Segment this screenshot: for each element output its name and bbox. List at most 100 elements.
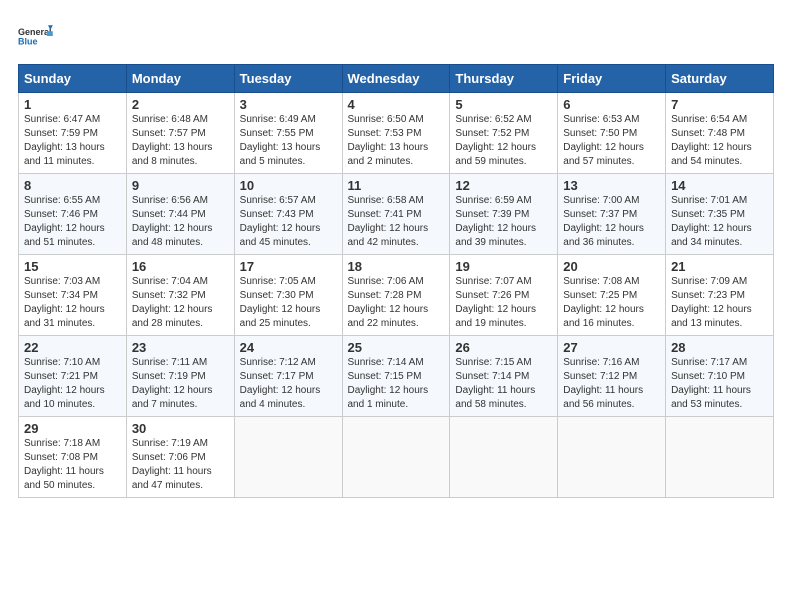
- cell-text: Sunrise: 7:03 AM Sunset: 7:34 PM Dayligh…: [24, 275, 121, 331]
- cell-text: Sunrise: 6:52 AM Sunset: 7:52 PM Dayligh…: [455, 113, 552, 169]
- cell-text: Sunrise: 6:53 AM Sunset: 7:50 PM Dayligh…: [563, 113, 660, 169]
- day-number: 19: [455, 259, 552, 274]
- cell-text: Sunrise: 7:08 AM Sunset: 7:25 PM Dayligh…: [563, 275, 660, 331]
- cell-text: Sunrise: 7:10 AM Sunset: 7:21 PM Dayligh…: [24, 356, 121, 412]
- calendar-cell: [666, 417, 774, 498]
- cell-text: Sunrise: 6:56 AM Sunset: 7:44 PM Dayligh…: [132, 194, 229, 250]
- calendar-cell: 21 Sunrise: 7:09 AM Sunset: 7:23 PM Dayl…: [666, 255, 774, 336]
- calendar-cell: 10 Sunrise: 6:57 AM Sunset: 7:43 PM Dayl…: [234, 174, 342, 255]
- cell-text: Sunrise: 6:57 AM Sunset: 7:43 PM Dayligh…: [240, 194, 337, 250]
- cell-text: Sunrise: 7:01 AM Sunset: 7:35 PM Dayligh…: [671, 194, 768, 250]
- calendar-cell: 22 Sunrise: 7:10 AM Sunset: 7:21 PM Dayl…: [19, 336, 127, 417]
- cell-text: Sunrise: 6:49 AM Sunset: 7:55 PM Dayligh…: [240, 113, 337, 169]
- day-number: 4: [348, 97, 445, 112]
- logo: General Blue: [18, 18, 54, 54]
- calendar-cell: 3 Sunrise: 6:49 AM Sunset: 7:55 PM Dayli…: [234, 93, 342, 174]
- header: General Blue: [18, 18, 774, 54]
- calendar-day-header: Sunday: [19, 65, 127, 93]
- calendar-cell: 8 Sunrise: 6:55 AM Sunset: 7:46 PM Dayli…: [19, 174, 127, 255]
- calendar-header-row: SundayMondayTuesdayWednesdayThursdayFrid…: [19, 65, 774, 93]
- cell-text: Sunrise: 6:54 AM Sunset: 7:48 PM Dayligh…: [671, 113, 768, 169]
- calendar-cell: [234, 417, 342, 498]
- calendar-week-row: 1 Sunrise: 6:47 AM Sunset: 7:59 PM Dayli…: [19, 93, 774, 174]
- cell-text: Sunrise: 6:55 AM Sunset: 7:46 PM Dayligh…: [24, 194, 121, 250]
- calendar-cell: 13 Sunrise: 7:00 AM Sunset: 7:37 PM Dayl…: [558, 174, 666, 255]
- calendar-cell: 26 Sunrise: 7:15 AM Sunset: 7:14 PM Dayl…: [450, 336, 558, 417]
- day-number: 3: [240, 97, 337, 112]
- cell-text: Sunrise: 7:18 AM Sunset: 7:08 PM Dayligh…: [24, 437, 121, 493]
- logo-svg: General Blue: [18, 18, 54, 54]
- calendar-cell: 24 Sunrise: 7:12 AM Sunset: 7:17 PM Dayl…: [234, 336, 342, 417]
- calendar-week-row: 8 Sunrise: 6:55 AM Sunset: 7:46 PM Dayli…: [19, 174, 774, 255]
- calendar-cell: 19 Sunrise: 7:07 AM Sunset: 7:26 PM Dayl…: [450, 255, 558, 336]
- calendar-day-header: Thursday: [450, 65, 558, 93]
- cell-text: Sunrise: 6:48 AM Sunset: 7:57 PM Dayligh…: [132, 113, 229, 169]
- calendar-day-header: Friday: [558, 65, 666, 93]
- calendar-cell: 5 Sunrise: 6:52 AM Sunset: 7:52 PM Dayli…: [450, 93, 558, 174]
- calendar-cell: 14 Sunrise: 7:01 AM Sunset: 7:35 PM Dayl…: [666, 174, 774, 255]
- calendar-cell: 1 Sunrise: 6:47 AM Sunset: 7:59 PM Dayli…: [19, 93, 127, 174]
- day-number: 23: [132, 340, 229, 355]
- cell-text: Sunrise: 6:50 AM Sunset: 7:53 PM Dayligh…: [348, 113, 445, 169]
- cell-text: Sunrise: 6:59 AM Sunset: 7:39 PM Dayligh…: [455, 194, 552, 250]
- calendar-cell: 28 Sunrise: 7:17 AM Sunset: 7:10 PM Dayl…: [666, 336, 774, 417]
- day-number: 27: [563, 340, 660, 355]
- day-number: 28: [671, 340, 768, 355]
- cell-text: Sunrise: 7:12 AM Sunset: 7:17 PM Dayligh…: [240, 356, 337, 412]
- day-number: 22: [24, 340, 121, 355]
- day-number: 2: [132, 97, 229, 112]
- cell-text: Sunrise: 7:06 AM Sunset: 7:28 PM Dayligh…: [348, 275, 445, 331]
- cell-text: Sunrise: 7:05 AM Sunset: 7:30 PM Dayligh…: [240, 275, 337, 331]
- calendar-cell: 2 Sunrise: 6:48 AM Sunset: 7:57 PM Dayli…: [126, 93, 234, 174]
- calendar-cell: 29 Sunrise: 7:18 AM Sunset: 7:08 PM Dayl…: [19, 417, 127, 498]
- cell-text: Sunrise: 7:04 AM Sunset: 7:32 PM Dayligh…: [132, 275, 229, 331]
- day-number: 30: [132, 421, 229, 436]
- calendar-cell: 15 Sunrise: 7:03 AM Sunset: 7:34 PM Dayl…: [19, 255, 127, 336]
- day-number: 12: [455, 178, 552, 193]
- day-number: 14: [671, 178, 768, 193]
- calendar-cell: 4 Sunrise: 6:50 AM Sunset: 7:53 PM Dayli…: [342, 93, 450, 174]
- calendar-day-header: Monday: [126, 65, 234, 93]
- cell-text: Sunrise: 7:15 AM Sunset: 7:14 PM Dayligh…: [455, 356, 552, 412]
- calendar-week-row: 29 Sunrise: 7:18 AM Sunset: 7:08 PM Dayl…: [19, 417, 774, 498]
- calendar-cell: 20 Sunrise: 7:08 AM Sunset: 7:25 PM Dayl…: [558, 255, 666, 336]
- day-number: 21: [671, 259, 768, 274]
- day-number: 13: [563, 178, 660, 193]
- day-number: 15: [24, 259, 121, 274]
- cell-text: Sunrise: 7:00 AM Sunset: 7:37 PM Dayligh…: [563, 194, 660, 250]
- cell-text: Sunrise: 7:11 AM Sunset: 7:19 PM Dayligh…: [132, 356, 229, 412]
- day-number: 26: [455, 340, 552, 355]
- day-number: 16: [132, 259, 229, 274]
- calendar-day-header: Wednesday: [342, 65, 450, 93]
- calendar-cell: [558, 417, 666, 498]
- day-number: 1: [24, 97, 121, 112]
- svg-text:General: General: [18, 27, 52, 37]
- calendar-day-header: Tuesday: [234, 65, 342, 93]
- cell-text: Sunrise: 7:17 AM Sunset: 7:10 PM Dayligh…: [671, 356, 768, 412]
- calendar-cell: 6 Sunrise: 6:53 AM Sunset: 7:50 PM Dayli…: [558, 93, 666, 174]
- calendar-week-row: 15 Sunrise: 7:03 AM Sunset: 7:34 PM Dayl…: [19, 255, 774, 336]
- svg-text:Blue: Blue: [18, 36, 38, 46]
- calendar-cell: 23 Sunrise: 7:11 AM Sunset: 7:19 PM Dayl…: [126, 336, 234, 417]
- day-number: 9: [132, 178, 229, 193]
- day-number: 25: [348, 340, 445, 355]
- day-number: 8: [24, 178, 121, 193]
- calendar-cell: 17 Sunrise: 7:05 AM Sunset: 7:30 PM Dayl…: [234, 255, 342, 336]
- calendar-day-header: Saturday: [666, 65, 774, 93]
- day-number: 17: [240, 259, 337, 274]
- cell-text: Sunrise: 7:14 AM Sunset: 7:15 PM Dayligh…: [348, 356, 445, 412]
- calendar-cell: 27 Sunrise: 7:16 AM Sunset: 7:12 PM Dayl…: [558, 336, 666, 417]
- cell-text: Sunrise: 7:07 AM Sunset: 7:26 PM Dayligh…: [455, 275, 552, 331]
- day-number: 18: [348, 259, 445, 274]
- calendar: SundayMondayTuesdayWednesdayThursdayFrid…: [18, 64, 774, 498]
- day-number: 29: [24, 421, 121, 436]
- calendar-cell: 16 Sunrise: 7:04 AM Sunset: 7:32 PM Dayl…: [126, 255, 234, 336]
- cell-text: Sunrise: 7:19 AM Sunset: 7:06 PM Dayligh…: [132, 437, 229, 493]
- cell-text: Sunrise: 7:16 AM Sunset: 7:12 PM Dayligh…: [563, 356, 660, 412]
- calendar-cell: 7 Sunrise: 6:54 AM Sunset: 7:48 PM Dayli…: [666, 93, 774, 174]
- calendar-cell: 25 Sunrise: 7:14 AM Sunset: 7:15 PM Dayl…: [342, 336, 450, 417]
- calendar-week-row: 22 Sunrise: 7:10 AM Sunset: 7:21 PM Dayl…: [19, 336, 774, 417]
- calendar-cell: 18 Sunrise: 7:06 AM Sunset: 7:28 PM Dayl…: [342, 255, 450, 336]
- calendar-cell: [342, 417, 450, 498]
- day-number: 24: [240, 340, 337, 355]
